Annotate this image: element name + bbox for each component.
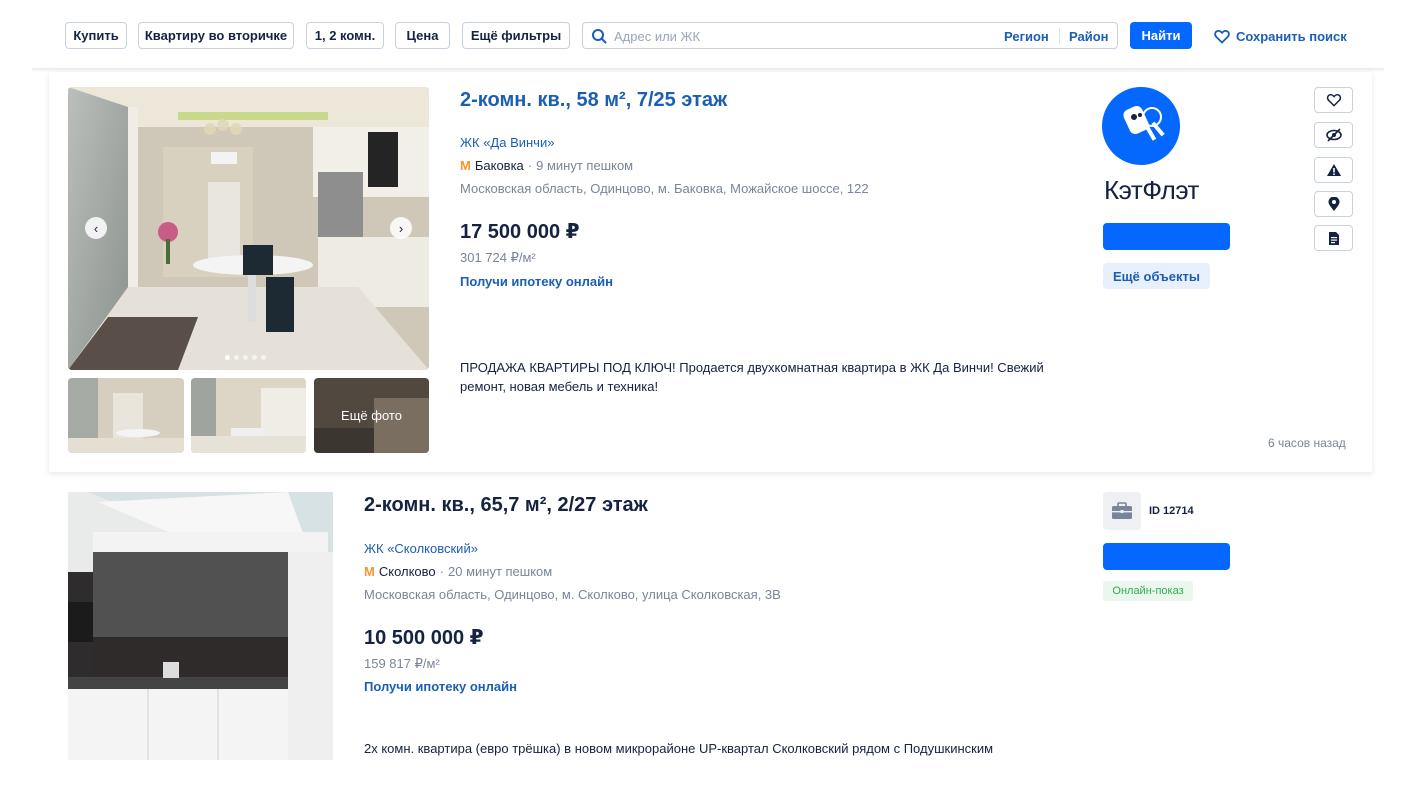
agent-id[interactable]: ID 12714 [1149,505,1194,517]
metro-station[interactable]: Сколково [379,564,436,579]
posted-time: 6 часов назад [1268,436,1346,450]
pagination-dot[interactable] [252,355,257,360]
separator-dot: · [527,158,533,173]
listing-price: 17 500 000 ₽ [460,221,580,243]
complex-link[interactable]: ЖК «Да Винчи» [460,135,554,150]
agency-logo[interactable] [1102,87,1180,165]
listing-title-link[interactable]: 2-комн. кв., 65,7 м², 2/27 этаж [364,494,648,517]
document-icon [1328,231,1339,245]
district-link[interactable]: Район [1069,29,1109,44]
mortgage-link[interactable]: Получи ипотеку онлайн [460,274,613,289]
photo-thumbnail[interactable] [191,378,306,453]
listing-main-photo[interactable]: ‹ › [68,87,429,370]
more-photos-thumbnail[interactable]: Ещё фото [314,378,429,453]
listing-price: 10 500 000 ₽ [364,627,484,649]
photo-thumbnail[interactable] [68,378,184,453]
search-input[interactable]: Адрес или ЖК Регион Район [582,22,1118,49]
location-pin-icon [1328,196,1339,211]
pagination-dot[interactable] [234,355,239,360]
listing-description[interactable]: 2х комн. квартира (евро трёшка) в новом … [364,739,1064,758]
save-search-label: Сохранить поиск [1236,28,1347,44]
online-viewing-badge: Онлайн-показ [1103,581,1193,601]
listing-description[interactable]: ПРОДАЖА КВАРТИРЫ ПОД КЛЮЧ! Продается дву… [460,358,1060,396]
metro-station[interactable]: Баковка [475,158,524,173]
eye-off-icon [1325,128,1342,142]
property-type-button[interactable]: Квартиру во вторичке [138,22,294,49]
heart-icon [1326,94,1341,107]
price-button[interactable]: Цена [395,22,450,49]
show-phone-button[interactable] [1103,223,1230,250]
cat-keys-icon [1123,105,1165,141]
deal-type-button[interactable]: Купить [65,22,127,49]
photo-pagination [225,355,266,360]
price-per-m2: 301 724 ₽/м² [460,250,536,265]
rooms-button[interactable]: 1, 2 комн. [306,22,384,49]
report-button[interactable] [1314,157,1353,183]
search-placeholder: Адрес или ЖК [614,29,701,44]
map-button[interactable] [1314,191,1353,217]
warning-icon [1326,164,1341,176]
region-link[interactable]: Регион [1004,29,1049,44]
pagination-dot[interactable] [243,355,248,360]
filter-bar: Купить Квартиру во вторичке 1, 2 комн. Ц… [0,0,1423,68]
mortgage-link[interactable]: Получи ипотеку онлайн [364,679,517,694]
previous-photo-button[interactable]: ‹ [85,217,107,239]
thumbnail-image [68,378,184,453]
more-photos-label: Ещё фото [314,378,429,453]
metro-info: M Баковка · 9 минут пешком [460,158,633,173]
find-button[interactable]: Найти [1130,22,1192,49]
chevron-right-icon: › [398,220,404,236]
chevron-left-icon: ‹ [93,220,99,236]
document-button[interactable] [1314,225,1353,251]
show-phone-button[interactable] [1103,543,1230,570]
more-filters-button[interactable]: Ещё фильтры [462,22,570,49]
kitchen-photo-image [68,492,333,760]
divider [1059,28,1060,44]
separator-dot: · [439,564,444,579]
favorite-button[interactable] [1314,87,1353,113]
walk-time: 20 минут пешком [448,564,553,579]
listing-address[interactable]: Московская область, Одинцово, м. Баковка… [460,181,869,196]
briefcase-icon [1112,502,1132,519]
walk-time: 9 минут пешком [536,158,634,173]
thumbnail-image [191,378,306,453]
more-objects-button[interactable]: Ещё объекты [1103,263,1210,289]
search-icon [592,29,607,44]
metro-icon: M [460,158,471,173]
metro-icon: M [364,564,375,579]
pagination-dot[interactable] [261,355,266,360]
listing-title-link[interactable]: 2-комн. кв., 58 м², 7/25 этаж [460,89,727,112]
metro-info: M Сколково · 20 минут пешком [364,564,552,579]
agency-name[interactable]: КэтФлэт [1104,175,1199,206]
price-per-m2: 159 817 ₽/м² [364,656,440,671]
heart-icon [1214,29,1230,44]
pagination-dot[interactable] [225,355,230,360]
save-search-button[interactable]: Сохранить поиск [1214,26,1347,46]
listing-main-photo[interactable] [68,492,333,760]
hide-button[interactable] [1314,122,1353,148]
next-photo-button[interactable]: › [390,217,412,239]
agent-avatar[interactable] [1103,492,1141,530]
complex-link[interactable]: ЖК «Сколковский» [364,541,478,556]
listing-address[interactable]: Московская область, Одинцово, м. Сколков… [364,587,781,602]
apartment-photo-image [68,87,429,370]
